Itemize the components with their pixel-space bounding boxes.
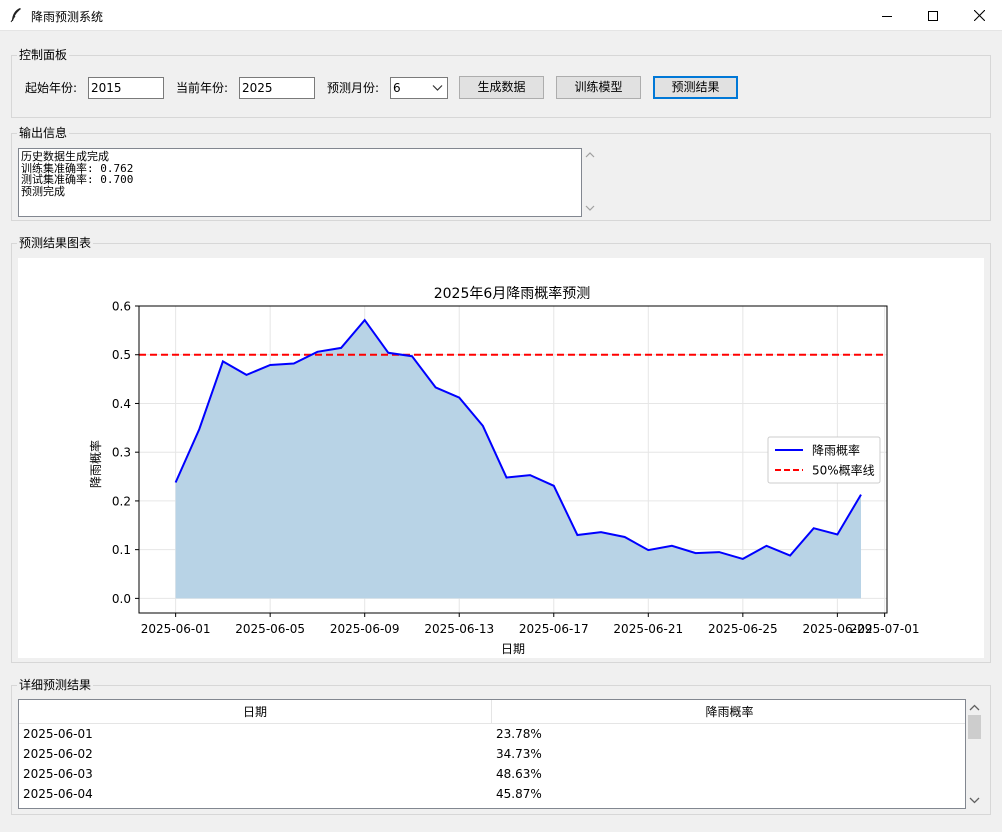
control-panel-label: 控制面板	[17, 48, 70, 62]
window-title: 降雨预测系统	[31, 10, 104, 24]
y-tick-label: 0.0	[112, 592, 131, 606]
title-bar: 降雨预测系统	[0, 0, 1002, 31]
x-tick-label: 2025-06-05	[235, 622, 305, 636]
column-header-probability[interactable]: 降雨概率	[492, 700, 965, 724]
x-tick-label: 2025-07-01	[850, 622, 920, 636]
x-tick-label: 2025-06-09	[330, 622, 400, 636]
y-tick-label: 0.4	[112, 397, 131, 411]
minimize-button[interactable]	[864, 0, 910, 31]
x-tick-label: 2025-06-17	[519, 622, 589, 636]
rain-probability-area	[175, 320, 862, 599]
maximize-button[interactable]	[910, 0, 956, 31]
details-table[interactable]: 日期 降雨概率 2025-06-01 23.78% 2025-06-02 34.…	[18, 699, 966, 809]
y-tick-label: 0.2	[112, 494, 131, 508]
rain-probability-chart: 2025年6月降雨概率预测 0.0 0.1 0.2 0.3 0.4 0.5 0.6 2025…	[88, 285, 920, 656]
output-label: 输出信息	[17, 126, 70, 140]
column-header-date[interactable]: 日期	[19, 700, 492, 724]
generate-data-button[interactable]: 生成数据	[459, 76, 544, 99]
predict-button[interactable]: 预测结果	[653, 76, 738, 99]
chevron-down-icon	[432, 85, 443, 91]
month-select-value: 6	[393, 81, 401, 95]
x-tick-label: 2025-06-21	[613, 622, 683, 636]
legend: 降雨概率 50%概率线	[767, 436, 881, 484]
chart-canvas: 2025年6月降雨概率预测 0.0 0.1 0.2 0.3 0.4 0.5 0.6 2025…	[18, 258, 984, 658]
row-2-probability[interactable]: 34.73%	[496, 747, 542, 761]
row-4-probability[interactable]: 45.87%	[496, 787, 542, 801]
scroll-up-icon[interactable]	[585, 151, 595, 159]
row-2-date[interactable]: 2025-06-02	[23, 747, 93, 761]
y-tick-label: 0.1	[112, 543, 131, 557]
current-year-label: 当前年份:	[176, 81, 229, 95]
current-year-input[interactable]: 2025	[239, 77, 315, 99]
row-4-date[interactable]: 2025-06-04	[23, 787, 93, 801]
chart-section-label: 预测结果图表	[17, 236, 94, 250]
legend-threshold-label: 50%概率线	[812, 463, 875, 478]
month-select[interactable]: 6	[390, 77, 448, 99]
month-label: 预测月份:	[327, 81, 380, 95]
feather-icon	[10, 8, 21, 23]
scroll-down-icon[interactable]	[969, 796, 980, 804]
details-scrollbar[interactable]	[966, 699, 983, 809]
close-button[interactable]	[956, 0, 1002, 31]
predict-button-label: 预测结果	[671, 80, 720, 94]
y-tick-label: 0.3	[112, 446, 131, 460]
row-1-date[interactable]: 2025-06-01	[23, 727, 93, 741]
x-axis-label: 日期	[501, 642, 525, 656]
legend-series-label: 降雨概率	[812, 443, 860, 458]
details-label: 详细预测结果	[17, 678, 94, 692]
chart-title: 2025年6月降雨概率预测	[434, 285, 591, 302]
x-tick-label: 2025-06-01	[141, 622, 211, 636]
output-textbox[interactable]: 历史数据生成完成 训练集准确率: 0.762 测试集准确率: 0.700 预测完…	[18, 148, 582, 217]
close-icon	[973, 10, 985, 21]
row-1-probability[interactable]: 23.78%	[496, 727, 542, 741]
minimize-icon	[882, 15, 892, 17]
row-3-date[interactable]: 2025-06-03	[23, 767, 93, 781]
scroll-up-icon[interactable]	[969, 704, 980, 712]
scrollbar-thumb[interactable]	[968, 715, 981, 739]
scroll-down-icon[interactable]	[585, 204, 595, 212]
start-year-label: 起始年份:	[25, 81, 78, 95]
train-model-button[interactable]: 训练模型	[556, 76, 641, 99]
y-tick-label: 0.6	[112, 300, 131, 314]
start-year-input[interactable]: 2015	[88, 77, 164, 99]
y-axis-label: 降雨概率	[88, 440, 103, 488]
maximize-icon	[928, 10, 938, 21]
row-3-probability[interactable]: 48.63%	[496, 767, 542, 781]
x-tick-label: 2025-06-25	[708, 622, 778, 636]
y-tick-label: 0.5	[112, 348, 131, 362]
x-tick-label: 2025-06-13	[424, 622, 494, 636]
